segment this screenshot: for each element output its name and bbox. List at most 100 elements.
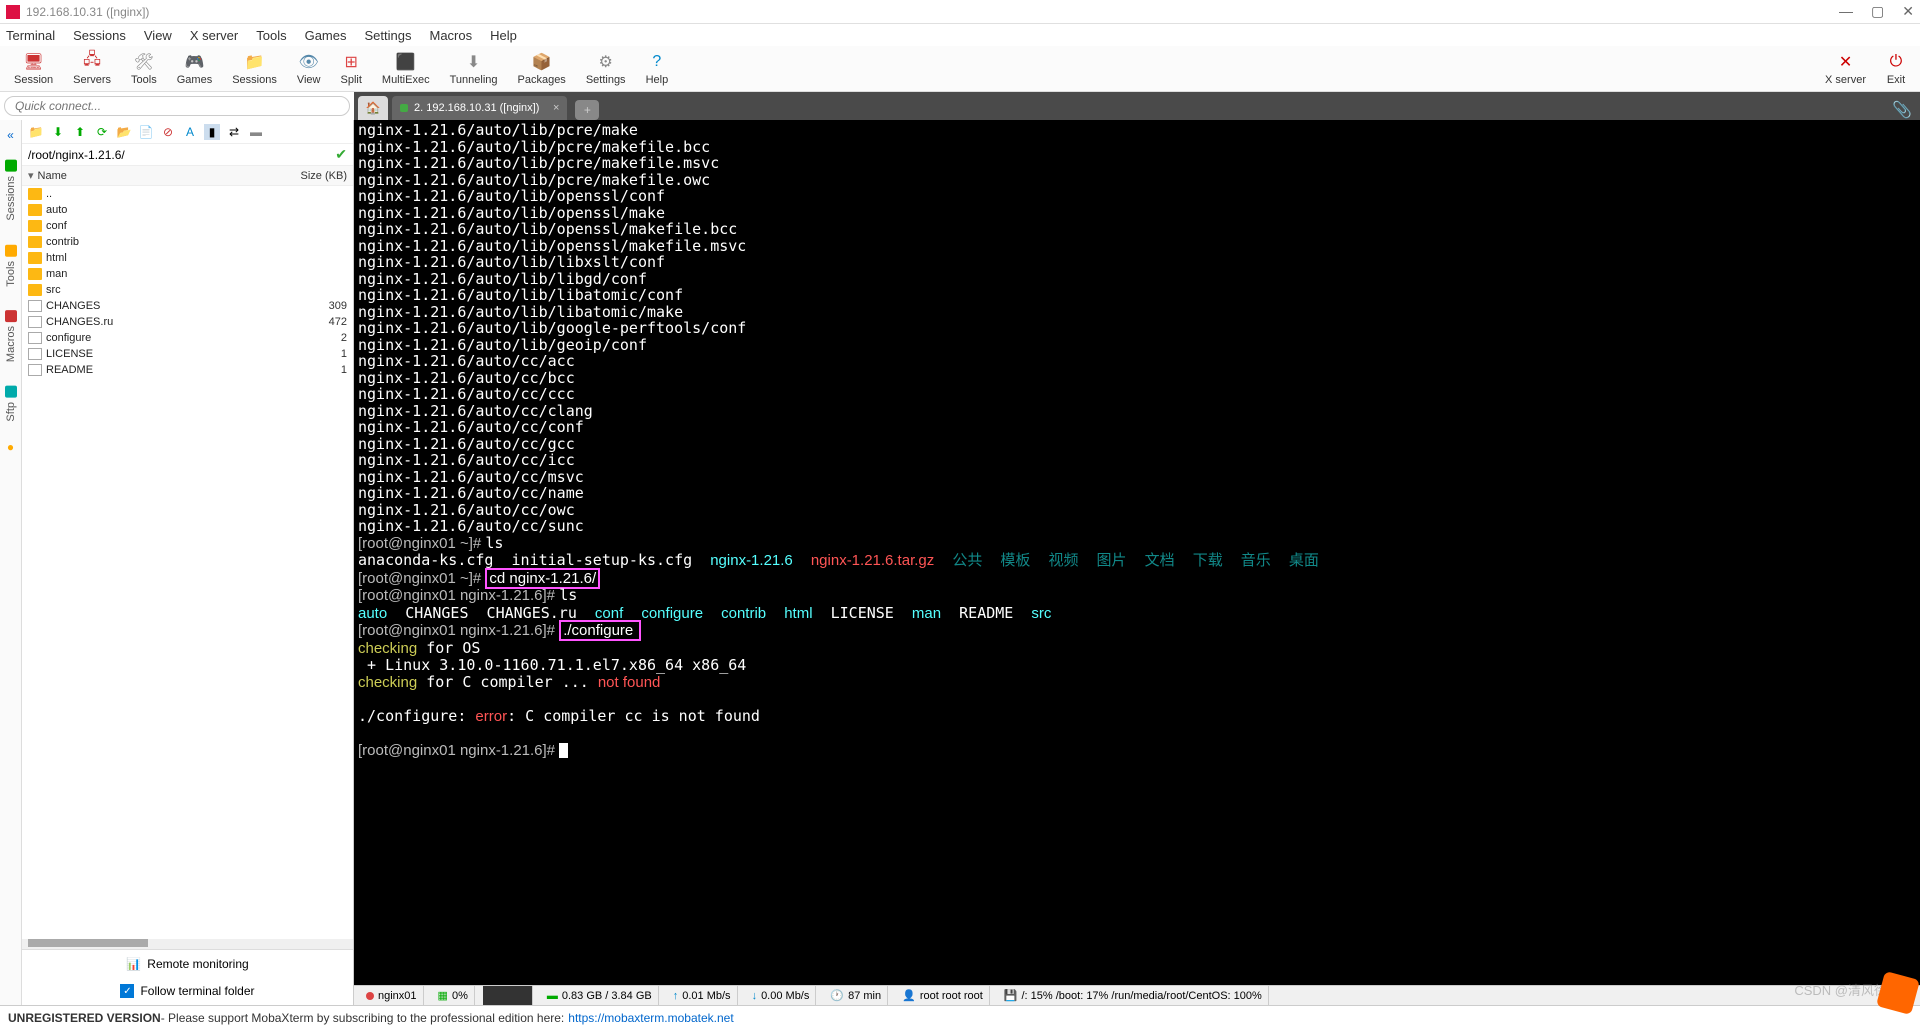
rail-sftp[interactable]: Sftp [5,380,17,428]
status-user: 👤root root root [896,986,990,1005]
sftp-hscroll[interactable] [22,939,353,949]
file-row[interactable]: conf [22,218,353,234]
col-size[interactable]: Size (KB) [291,170,347,182]
paperclip-icon[interactable]: 📎 [1892,100,1912,120]
rail-tools[interactable]: Tools [5,239,17,293]
status-netdown: ↓0.00 Mb/s [746,986,817,1005]
rail-macros[interactable]: Macros [5,304,17,368]
main-area: « Sessions Tools Macros Sftp ● 📁 ⬇ ⬆ ⟳ 📂 📄 ⊘… [0,120,1920,1005]
remote-monitoring-button[interactable]: 📊 Remote monitoring [22,949,353,977]
file-row[interactable]: contrib [22,234,353,250]
maximize-button[interactable]: ▢ [1871,3,1884,20]
tool-tunneling[interactable]: ⬇Tunneling [440,50,508,88]
menu-terminal[interactable]: Terminal [6,28,55,43]
menu-macros[interactable]: Macros [429,28,472,43]
status-host: nginx01 [360,986,424,1005]
folder-icon [28,284,42,296]
collapse-icon[interactable]: « [7,128,14,142]
tool-games[interactable]: 🎮Games [167,50,222,88]
sort-icon[interactable]: ▾ [28,169,34,182]
delete-icon[interactable]: ⊘ [160,124,176,140]
menu-games[interactable]: Games [305,28,347,43]
help-icon: ? [647,52,667,72]
packages-icon: 📦 [532,52,552,72]
menu-view[interactable]: View [144,28,172,43]
close-button[interactable]: ✕ [1902,3,1914,20]
file-row[interactable]: auto [22,202,353,218]
footer-link[interactable]: https://mobaxterm.mobatek.net [568,1011,733,1025]
home-tab[interactable]: 🏠 [358,96,388,120]
unregistered-label: UNREGISTERED VERSION [8,1011,161,1025]
nav-icon[interactable]: 📁 [28,124,44,140]
clock-icon: 🕐 [830,989,844,1002]
file-row[interactable]: CHANGES.ru472 [22,314,353,330]
tool-servers[interactable]: 🖧Servers [63,50,121,88]
status-disk: 💾/: 15% /boot: 17% /run/media/root/CentO… [998,986,1269,1005]
download-icon[interactable]: ⬇ [50,124,66,140]
file-row[interactable]: configure2 [22,330,353,346]
monitor-icon: 📊 [126,957,141,971]
follow-terminal-toggle[interactable]: ✓ Follow terminal folder [22,977,353,1005]
refresh-icon[interactable]: ⟳ [94,124,110,140]
rail-sessions[interactable]: Sessions [5,154,17,227]
rail-dot-icon: ● [7,440,14,454]
sftp-path-input[interactable] [28,148,335,162]
toolbar: 🖥Session🖧Servers🛠Tools🎮Games📁Sessions👁Vi… [0,46,1920,92]
file-row[interactable]: .. [22,186,353,202]
check-icon: ✔ [335,146,347,163]
sessions-icon: 📁 [245,52,265,72]
tool-settings[interactable]: ⚙Settings [576,50,636,88]
minimize-button[interactable]: — [1839,3,1853,20]
col-name[interactable]: Name [38,170,291,182]
status-cpu: ▦0% [432,986,475,1005]
home-icon: 🏠 [366,101,381,115]
menu-settings[interactable]: Settings [365,28,412,43]
terminal-status-bar: nginx01 ▦0% ▬0.83 GB / 3.84 GB ↑0.01 Mb/… [354,985,1920,1005]
upload-icon[interactable]: ⬆ [72,124,88,140]
menu-help[interactable]: Help [490,28,517,43]
folder-icon [28,268,42,280]
folder-icon [28,220,42,232]
app-icon [6,5,20,19]
tool-session[interactable]: 🖥Session [4,50,63,88]
edit-icon[interactable]: A [182,124,198,140]
menu-sessions[interactable]: Sessions [73,28,126,43]
file-row[interactable]: CHANGES309 [22,298,353,314]
tool-multiexec[interactable]: ⬛MultiExec [372,50,440,88]
tool-exit[interactable]: ⏻Exit [1876,50,1916,88]
file-row[interactable]: man [22,266,353,282]
session-tab[interactable]: 2. 192.168.10.31 ([nginx]) × [392,96,567,120]
footer: UNREGISTERED VERSION - Please support Mo… [0,1005,1920,1029]
chip-icon: ▦ [438,989,448,1002]
highlight-icon[interactable]: ▮ [204,124,220,140]
new-tab-button[interactable]: + [575,100,599,120]
newfolder-icon[interactable]: 📂 [116,124,132,140]
tab-label: 2. 192.168.10.31 ([nginx]) [414,102,539,114]
quick-connect-input[interactable] [4,96,350,116]
tool-help[interactable]: ?Help [636,50,679,88]
newfile-icon[interactable]: 📄 [138,124,154,140]
file-row[interactable]: README1 [22,362,353,378]
file-list: ..autoconfcontribhtmlmansrcCHANGES309CHA… [22,186,353,939]
file-row[interactable]: html [22,250,353,266]
tool-packages[interactable]: 📦Packages [508,50,576,88]
tool-view[interactable]: 👁View [287,50,331,88]
tool-sessions[interactable]: 📁Sessions [222,50,287,88]
tool-split[interactable]: ⊞Split [331,50,372,88]
file-list-header: ▾ Name Size (KB) [22,166,353,186]
terminal[interactable]: nginx-1.21.6/auto/lib/pcre/make nginx-1.… [354,120,1920,1005]
tool-tools[interactable]: 🛠Tools [121,50,167,88]
menu-xserver[interactable]: X server [190,28,238,43]
file-icon [28,364,42,376]
menu-tools[interactable]: Tools [256,28,286,43]
games-icon: 🎮 [184,52,204,72]
tab-close-icon[interactable]: × [553,102,559,114]
file-row[interactable]: LICENSE1 [22,346,353,362]
tool-x server[interactable]: ✕X server [1815,50,1876,88]
file-row[interactable]: src [22,282,353,298]
settings-icon[interactable]: ▬ [248,124,264,140]
folder-icon [28,252,42,264]
checkbox-icon: ✓ [120,984,134,998]
status-graph [483,986,533,1005]
more-icon[interactable]: ⇄ [226,124,242,140]
